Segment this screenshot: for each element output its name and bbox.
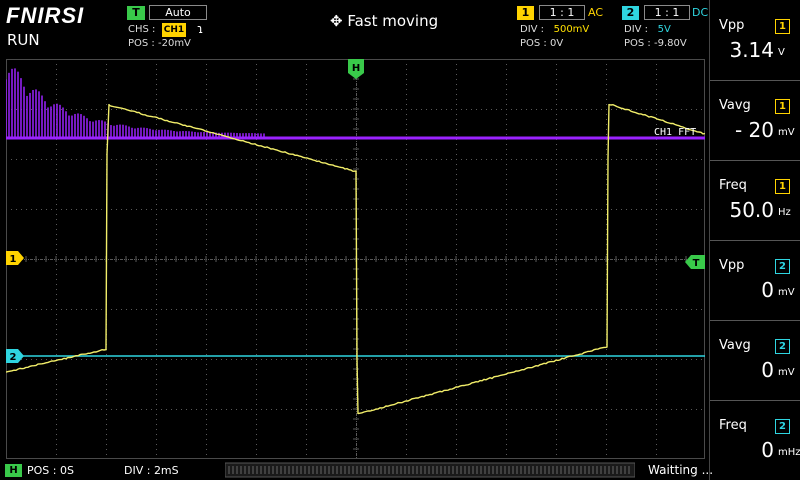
measurement-unit: Hz	[778, 207, 791, 218]
ch2-div-value: 5V	[658, 24, 671, 35]
measurement-channel: 2	[775, 259, 790, 274]
acquisition-status: Waitting ...	[648, 463, 713, 477]
measurement-unit: V	[778, 47, 785, 58]
ch1-pos-label: POS :	[520, 38, 550, 49]
run-state[interactable]: RUN	[7, 31, 40, 49]
measurement-unit: mV	[778, 127, 795, 138]
measurement-channel: 2	[775, 339, 790, 354]
rising-edge-icon[interactable]: ɿ	[197, 22, 203, 36]
measurement-name: Vavg	[719, 98, 751, 113]
trigger-mode[interactable]: Auto	[149, 5, 207, 20]
measurement-value: 50.0	[710, 198, 774, 222]
ch2-pos: POS : -9.80V	[624, 38, 687, 49]
fft-label: CH1 FFT	[654, 127, 696, 138]
ch2-coupling[interactable]: DC	[692, 6, 708, 19]
measurement-name: Vavg	[719, 338, 751, 353]
waveform-display[interactable]: CH1 FFT H 1 2 T	[6, 59, 705, 459]
measurement-panel: Vpp 1 3.14 V Vavg 1 - 20 mV Freq 1 50.0 …	[709, 0, 800, 480]
ch2-div: DIV : 5V	[624, 24, 671, 35]
measurement-unit: mHz	[778, 447, 800, 458]
trigger-badge[interactable]: T	[127, 6, 145, 20]
measurement-channel: 1	[775, 19, 790, 34]
horizontal-badge[interactable]: H	[5, 464, 22, 477]
ch1-coupling[interactable]: AC	[588, 6, 603, 19]
ch1-pos: POS : 0V	[520, 38, 563, 49]
measurement-value: 0	[710, 438, 774, 462]
ch1-badge[interactable]: 1	[517, 6, 534, 20]
measurement-ch2-freq[interactable]: Freq 2 0 mHz	[710, 400, 800, 480]
ch2-div-label: DIV :	[624, 24, 648, 35]
measurement-value: 0	[710, 358, 774, 382]
measurement-name: Vpp	[719, 258, 744, 273]
measurement-value: 0	[710, 278, 774, 302]
measurement-ch2-vavg[interactable]: Vavg 2 0 mV	[710, 320, 800, 401]
measurement-value: - 20	[710, 118, 774, 142]
h-marker-label: H	[352, 63, 360, 74]
measurement-channel: 2	[775, 419, 790, 434]
measurement-value: 3.14	[710, 38, 774, 62]
t-marker-label: T	[693, 258, 700, 269]
move-mode[interactable]: ✥ Fast moving	[330, 12, 438, 30]
measurement-channel: 1	[775, 99, 790, 114]
ch2-pos-value: -9.80V	[654, 38, 687, 49]
measurement-name: Freq	[719, 418, 747, 433]
move-mode-label: Fast moving	[347, 12, 438, 30]
ch2-probe-ratio[interactable]: 1 : 1	[644, 5, 690, 20]
move-arrows-icon: ✥	[330, 12, 343, 30]
measurement-name: Freq	[719, 178, 747, 193]
measurement-name: Vpp	[719, 18, 744, 33]
measurement-ch1-vavg[interactable]: Vavg 1 - 20 mV	[710, 80, 800, 161]
brand-logo: FNIRSI	[6, 3, 84, 29]
ch2-badge[interactable]: 2	[622, 6, 639, 20]
horizontal-position[interactable]: POS : 0S	[27, 464, 74, 477]
measurement-channel: 1	[775, 179, 790, 194]
ch1-div: DIV : 500mV	[520, 24, 589, 35]
measurement-unit: mV	[778, 287, 795, 298]
ch1-marker-label: 1	[10, 254, 17, 265]
trigger-pos-value: -20mV	[158, 38, 191, 49]
ch2-pos-label: POS :	[624, 38, 654, 49]
trigger-position: POS : -20mV	[128, 38, 191, 49]
time-per-division[interactable]: DIV : 2mS	[124, 464, 179, 477]
measurement-ch2-vpp[interactable]: Vpp 2 0 mV	[710, 240, 800, 321]
ch1-pos-value: 0V	[550, 38, 563, 49]
trigger-source-label: CHS :	[128, 24, 155, 35]
trigger-pos-label: POS :	[128, 38, 158, 49]
ch1-div-value: 500mV	[554, 24, 590, 35]
measurement-ch1-vpp[interactable]: Vpp 1 3.14 V	[710, 0, 800, 81]
memory-depth-bar	[225, 462, 635, 478]
measurement-unit: mV	[778, 367, 795, 378]
ch2-marker-label: 2	[10, 352, 17, 363]
measurement-ch1-freq[interactable]: Freq 1 50.0 Hz	[710, 160, 800, 241]
trigger-source-badge[interactable]: CH1	[162, 23, 186, 37]
ch1-div-label: DIV :	[520, 24, 544, 35]
ch1-probe-ratio[interactable]: 1 : 1	[539, 5, 585, 20]
